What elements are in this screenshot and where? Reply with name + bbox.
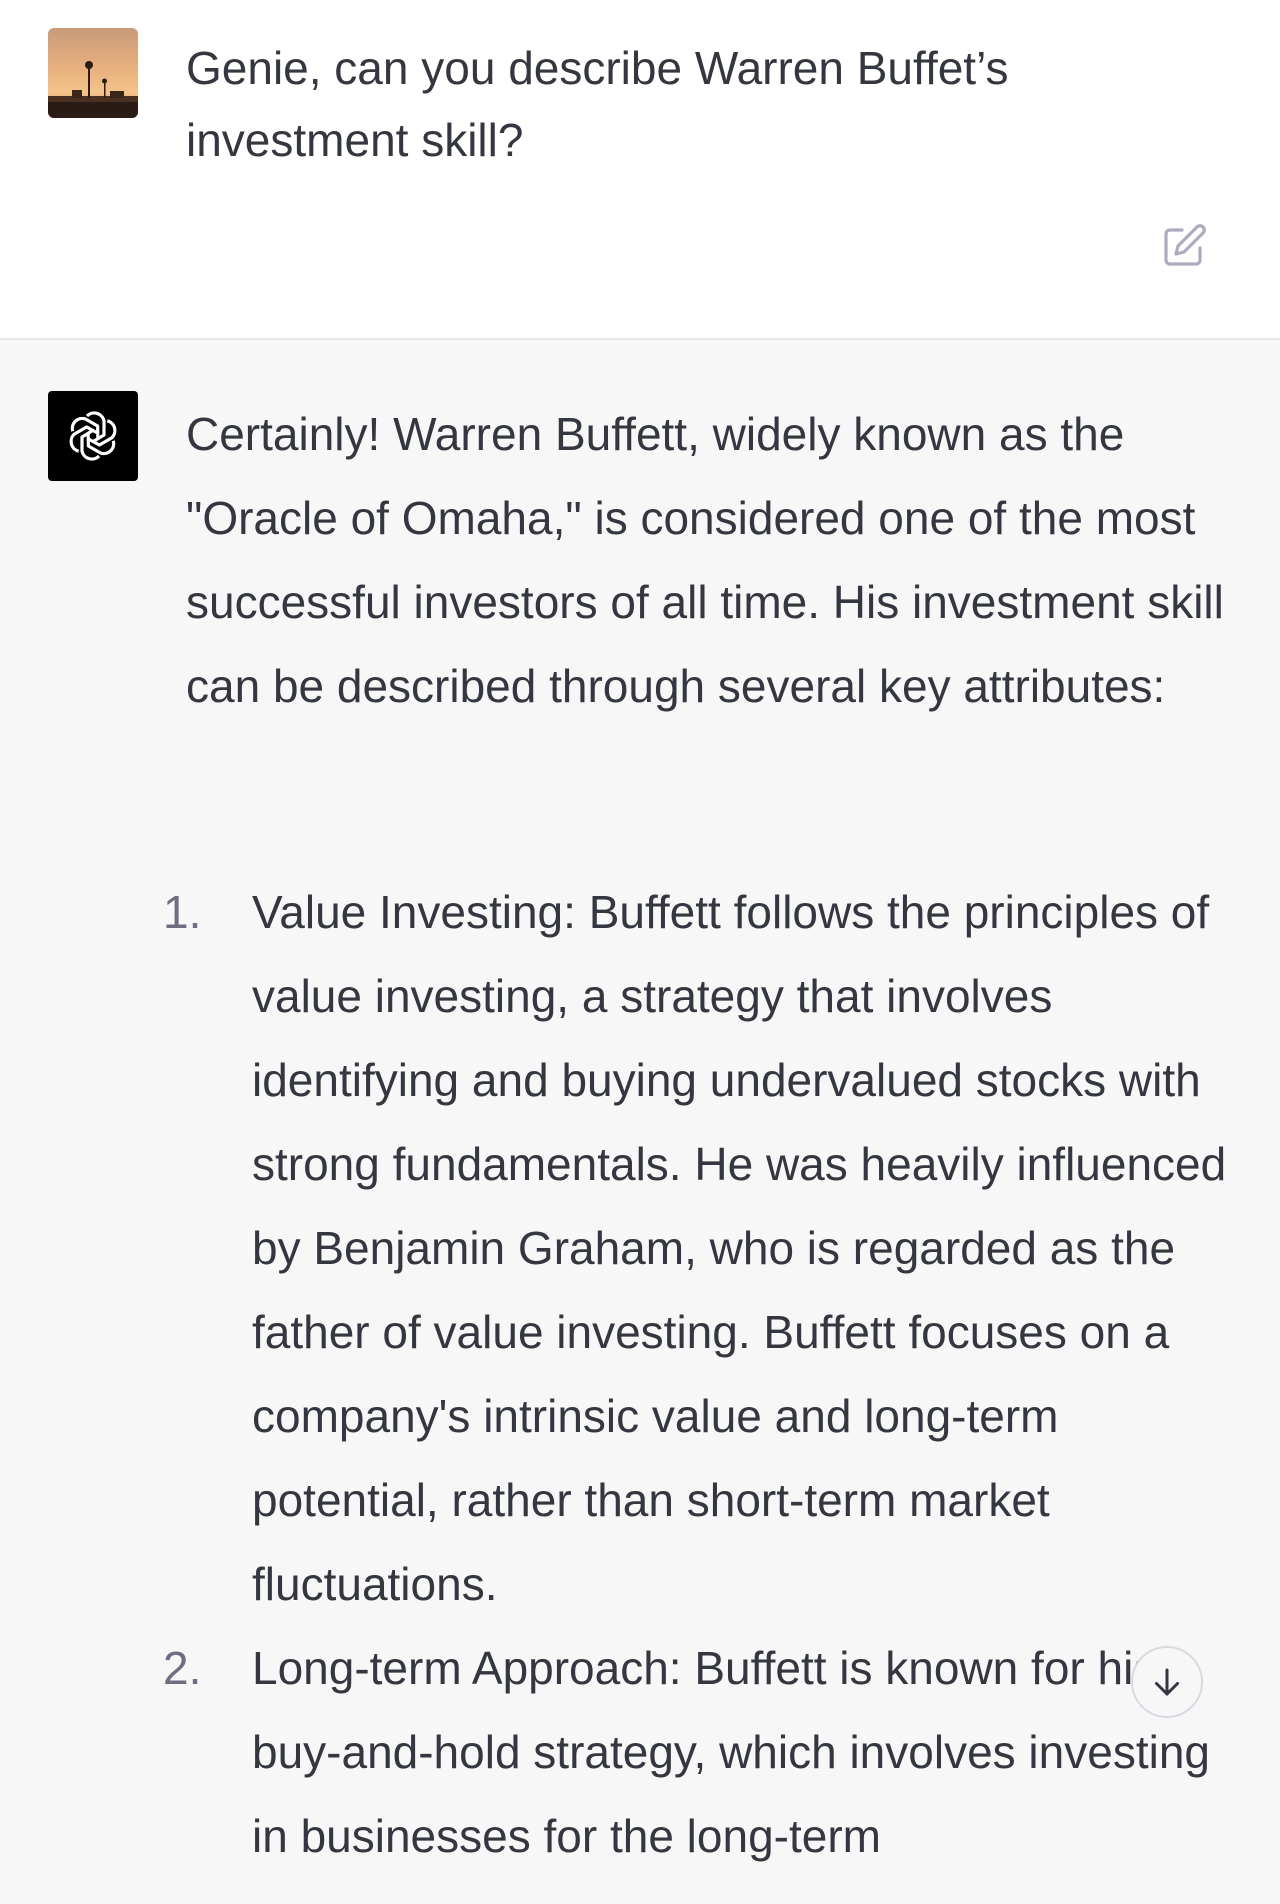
scroll-to-bottom-button[interactable] (1131, 1646, 1203, 1718)
list-item-number: 1. (163, 886, 202, 938)
edit-message-button[interactable] (1156, 218, 1212, 274)
assistant-intro-text: Certainly! Warren Buffett, widely known … (186, 408, 1224, 712)
list-item: 1. Value Investing: Buffett follows the … (0, 870, 1280, 1626)
list-item-number: 2. (163, 1642, 202, 1694)
user-message-block: Genie, can you describe Warren Buffet’s … (0, 0, 1280, 340)
arrow-down-icon (1155, 1668, 1179, 1696)
list-item-text: Long-term Approach: Buffett is known for… (252, 1642, 1210, 1862)
list-item: 2. Long-term Approach: Buffett is known … (0, 1626, 1280, 1878)
assistant-message-block: Certainly! Warren Buffett, widely known … (0, 340, 1280, 1904)
openai-logo-icon (69, 411, 117, 461)
user-avatar (48, 28, 138, 118)
chat-page: Genie, can you describe Warren Buffet’s … (0, 0, 1280, 1904)
attributes-list: 1. Value Investing: Buffett follows the … (0, 870, 1280, 1878)
assistant-avatar (48, 391, 138, 481)
user-message-text: Genie, can you describe Warren Buffet’s … (186, 42, 1009, 166)
sunset-photo-avatar (48, 28, 138, 118)
edit-icon (1164, 224, 1206, 266)
list-item-text: Value Investing: Buffett follows the pri… (252, 886, 1227, 1610)
